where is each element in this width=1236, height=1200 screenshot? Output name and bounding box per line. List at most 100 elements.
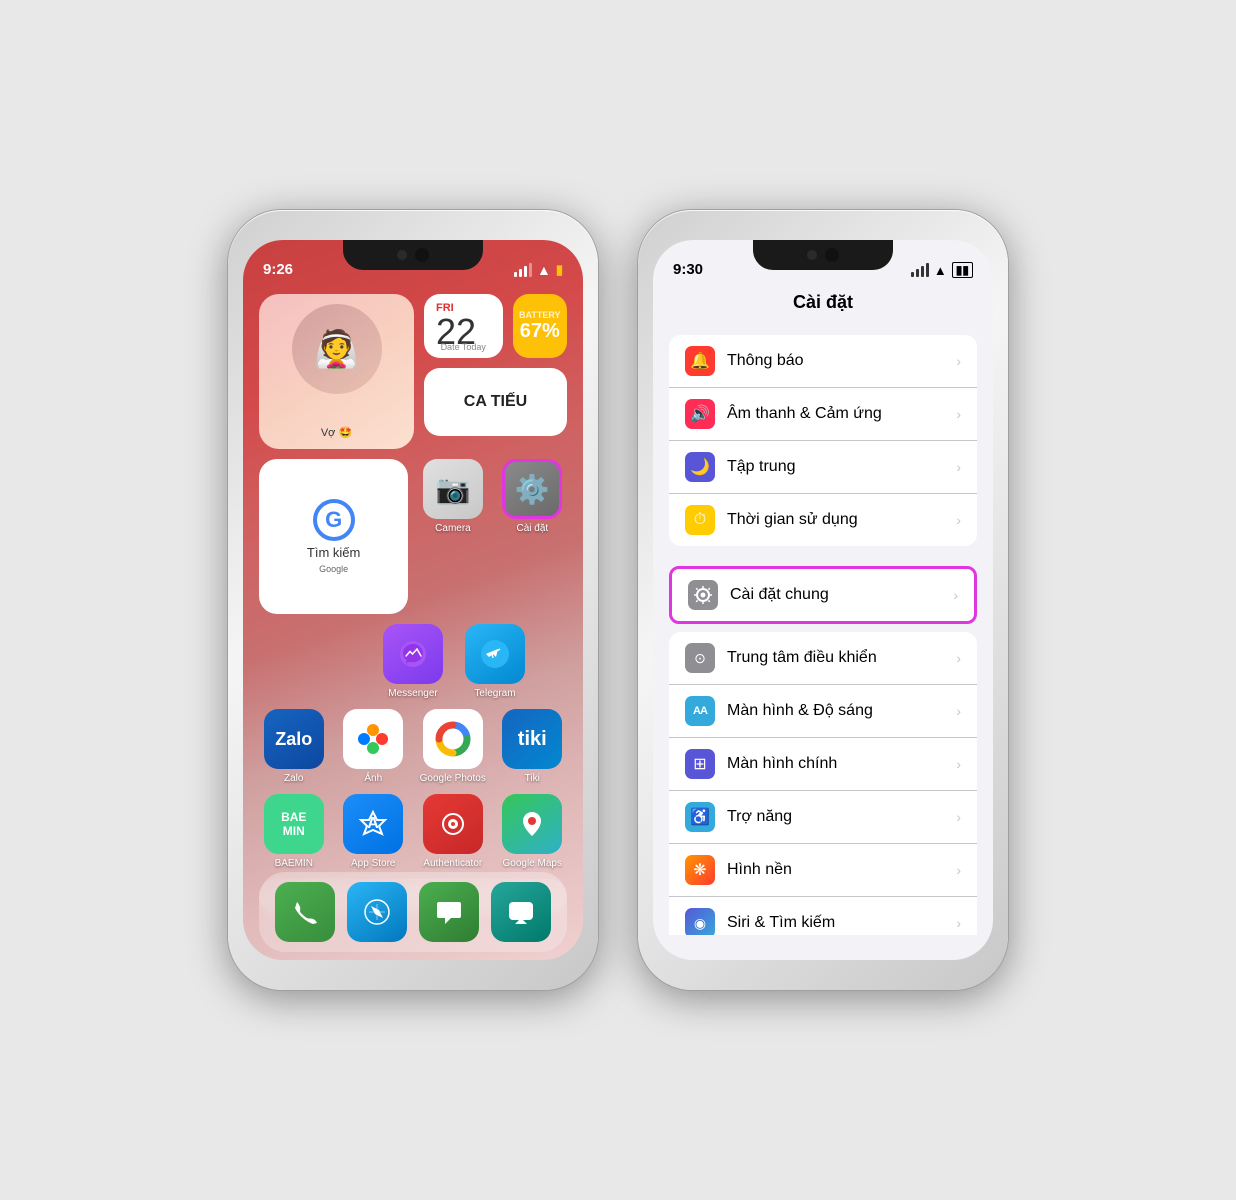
settings-item-am-thanh[interactable]: 🔊 Âm thanh & Cảm ứng ›	[669, 388, 977, 441]
chevron-wallpaper: ›	[956, 862, 961, 878]
chevron-2: ›	[956, 406, 961, 422]
baemin-icon: BAEMIN	[264, 794, 324, 854]
messages-icon	[419, 882, 479, 942]
camera-hole	[415, 248, 429, 262]
accessibility-icon: ♿	[685, 802, 715, 832]
chevron-general: ›	[953, 587, 958, 603]
focus-icon: 🌙	[685, 452, 715, 482]
date-widget[interactable]: FRI 22 Date Today	[424, 294, 503, 358]
siri-label: Siri & Tìm kiếm	[727, 914, 956, 932]
chevron-control: ›	[956, 650, 961, 666]
dock-messages[interactable]	[413, 882, 485, 942]
date-battery-row: FRI 22 Date Today BATTERY 67%	[424, 294, 567, 358]
chevron-siri: ›	[956, 915, 961, 931]
contact-widget[interactable]: 👰 Vợ 🤩	[259, 294, 414, 449]
app-baemin[interactable]: BAEMIN BAEMIN	[259, 794, 329, 869]
wallpaper-icon: ❋	[685, 855, 715, 885]
battery-widget[interactable]: BATTERY 67%	[513, 294, 568, 358]
display-icon: AA	[685, 696, 715, 726]
photos-label: Ảnh	[364, 773, 382, 784]
dock-phone[interactable]	[269, 882, 341, 942]
app-messenger[interactable]: Messenger	[377, 624, 449, 699]
chevron-4: ›	[956, 512, 961, 528]
app-zalo[interactable]: Zalo Zalo	[259, 709, 329, 784]
chat-icon	[491, 882, 551, 942]
maps-label: Google Maps	[503, 858, 562, 869]
authenticator-icon	[423, 794, 483, 854]
siri-icon: ◉	[685, 908, 715, 935]
control-label: Trung tâm điều khiển	[727, 649, 956, 667]
chevron-3: ›	[956, 459, 961, 475]
maps-icon	[502, 794, 562, 854]
google-widget[interactable]: G Tìm kiếm Google	[259, 459, 408, 614]
settings-signal-icon	[911, 263, 929, 277]
camera-hole-2	[825, 248, 839, 262]
signal-icon	[514, 263, 532, 277]
settings-item-siri[interactable]: ◉ Siri & Tìm kiếm ›	[669, 897, 977, 935]
focus-label: Tập trung	[727, 458, 956, 476]
settings-item-cai-dat-chung[interactable]: Cài đặt chung ›	[669, 566, 977, 624]
app-appstore[interactable]: A App Store	[339, 794, 409, 869]
chevron-display: ›	[956, 703, 961, 719]
contact-avatar: 👰	[292, 304, 382, 394]
app-tiki[interactable]: tiki Tiki	[498, 709, 568, 784]
settings-item-tap-trung[interactable]: 🌙 Tập trung ›	[669, 441, 977, 494]
general-label: Cài đặt chung	[730, 586, 953, 604]
notch	[343, 240, 483, 270]
camera-icon: 📷	[423, 459, 483, 519]
app-authenticator[interactable]: Authenticator	[418, 794, 488, 869]
screentime-icon: ⏱	[685, 505, 715, 535]
app-camera[interactable]: 📷 Camera	[418, 459, 487, 614]
settings-item-accessibility[interactable]: ♿ Trợ năng ›	[669, 791, 977, 844]
sound-label: Âm thanh & Cảm ứng	[727, 405, 956, 423]
app-gphoto[interactable]: Google Photos	[418, 709, 488, 784]
notch-2	[753, 240, 893, 270]
zalo-icon: Zalo	[264, 709, 324, 769]
accessibility-label: Trợ năng	[727, 808, 956, 826]
notification-icon: 🔔	[685, 346, 715, 376]
widget-row: 👰 Vợ 🤩 FRI 22 Date Today	[259, 294, 567, 449]
settings-background: 9:30 ▲ ▮▮ Cài đặt	[653, 240, 993, 960]
app-maps[interactable]: Google Maps	[498, 794, 568, 869]
app-row-4: BAEMIN BAEMIN A App Store Authenticator	[259, 794, 567, 869]
wallpaper-label: Hình nền	[727, 861, 956, 879]
app-row-3: Zalo Zalo Ảnh	[259, 709, 567, 784]
settings-item-homescreen[interactable]: ⊞ Màn hình chính ›	[669, 738, 977, 791]
phone-icon	[275, 882, 335, 942]
photos-icon	[343, 709, 403, 769]
google-sublabel: Google	[319, 564, 348, 574]
authenticator-label: Authenticator	[423, 858, 482, 869]
app-settings[interactable]: ⚙️ Cài đặt	[498, 459, 567, 614]
messenger-icon	[383, 624, 443, 684]
battery-label: BATTERY	[519, 310, 561, 320]
ca-tieu-widget[interactable]: CA TIẾU	[424, 368, 567, 436]
settings-title: Cài đặt	[653, 284, 993, 325]
settings-label: Cài đặt	[516, 523, 548, 534]
settings-battery-icon: ▮▮	[952, 262, 973, 278]
home-content: 👰 Vợ 🤩 FRI 22 Date Today	[243, 284, 583, 960]
dock-chat[interactable]	[485, 882, 557, 942]
svg-text:A: A	[367, 815, 379, 832]
messenger-label: Messenger	[388, 688, 437, 699]
battery-pct: 67%	[520, 320, 560, 343]
settings-clock: 9:30	[673, 261, 703, 278]
app-telegram[interactable]: Telegram	[459, 624, 531, 699]
settings-item-control[interactable]: ⊙ Trung tâm điều khiển ›	[669, 632, 977, 685]
home-screen: 9:26 ▲ ▮ 👰	[243, 240, 583, 960]
phone-2: 9:30 ▲ ▮▮ Cài đặt	[638, 210, 1008, 990]
dock-safari[interactable]	[341, 882, 413, 942]
notification-label: Thông báo	[727, 352, 956, 370]
settings-item-wallpaper[interactable]: ❋ Hình nền ›	[669, 844, 977, 897]
general-icon	[688, 580, 718, 610]
spacer	[295, 624, 367, 699]
settings-item-thoi-gian[interactable]: ⏱ Thời gian sử dụng ›	[669, 494, 977, 546]
settings-item-display[interactable]: AA Màn hình & Độ sáng ›	[669, 685, 977, 738]
homescreen-label: Màn hình chính	[727, 755, 956, 773]
settings-item-thong-bao[interactable]: 🔔 Thông báo ›	[669, 335, 977, 388]
app-row-2: Messenger Telegram	[259, 624, 567, 699]
date-today-label: Date Today	[424, 342, 503, 352]
app-photos[interactable]: Ảnh	[339, 709, 409, 784]
settings-list: 🔔 Thông báo › 🔊 Âm thanh & Cảm ứng › 🌙 T…	[653, 325, 993, 935]
speaker	[397, 250, 407, 260]
sound-icon: 🔊	[685, 399, 715, 429]
